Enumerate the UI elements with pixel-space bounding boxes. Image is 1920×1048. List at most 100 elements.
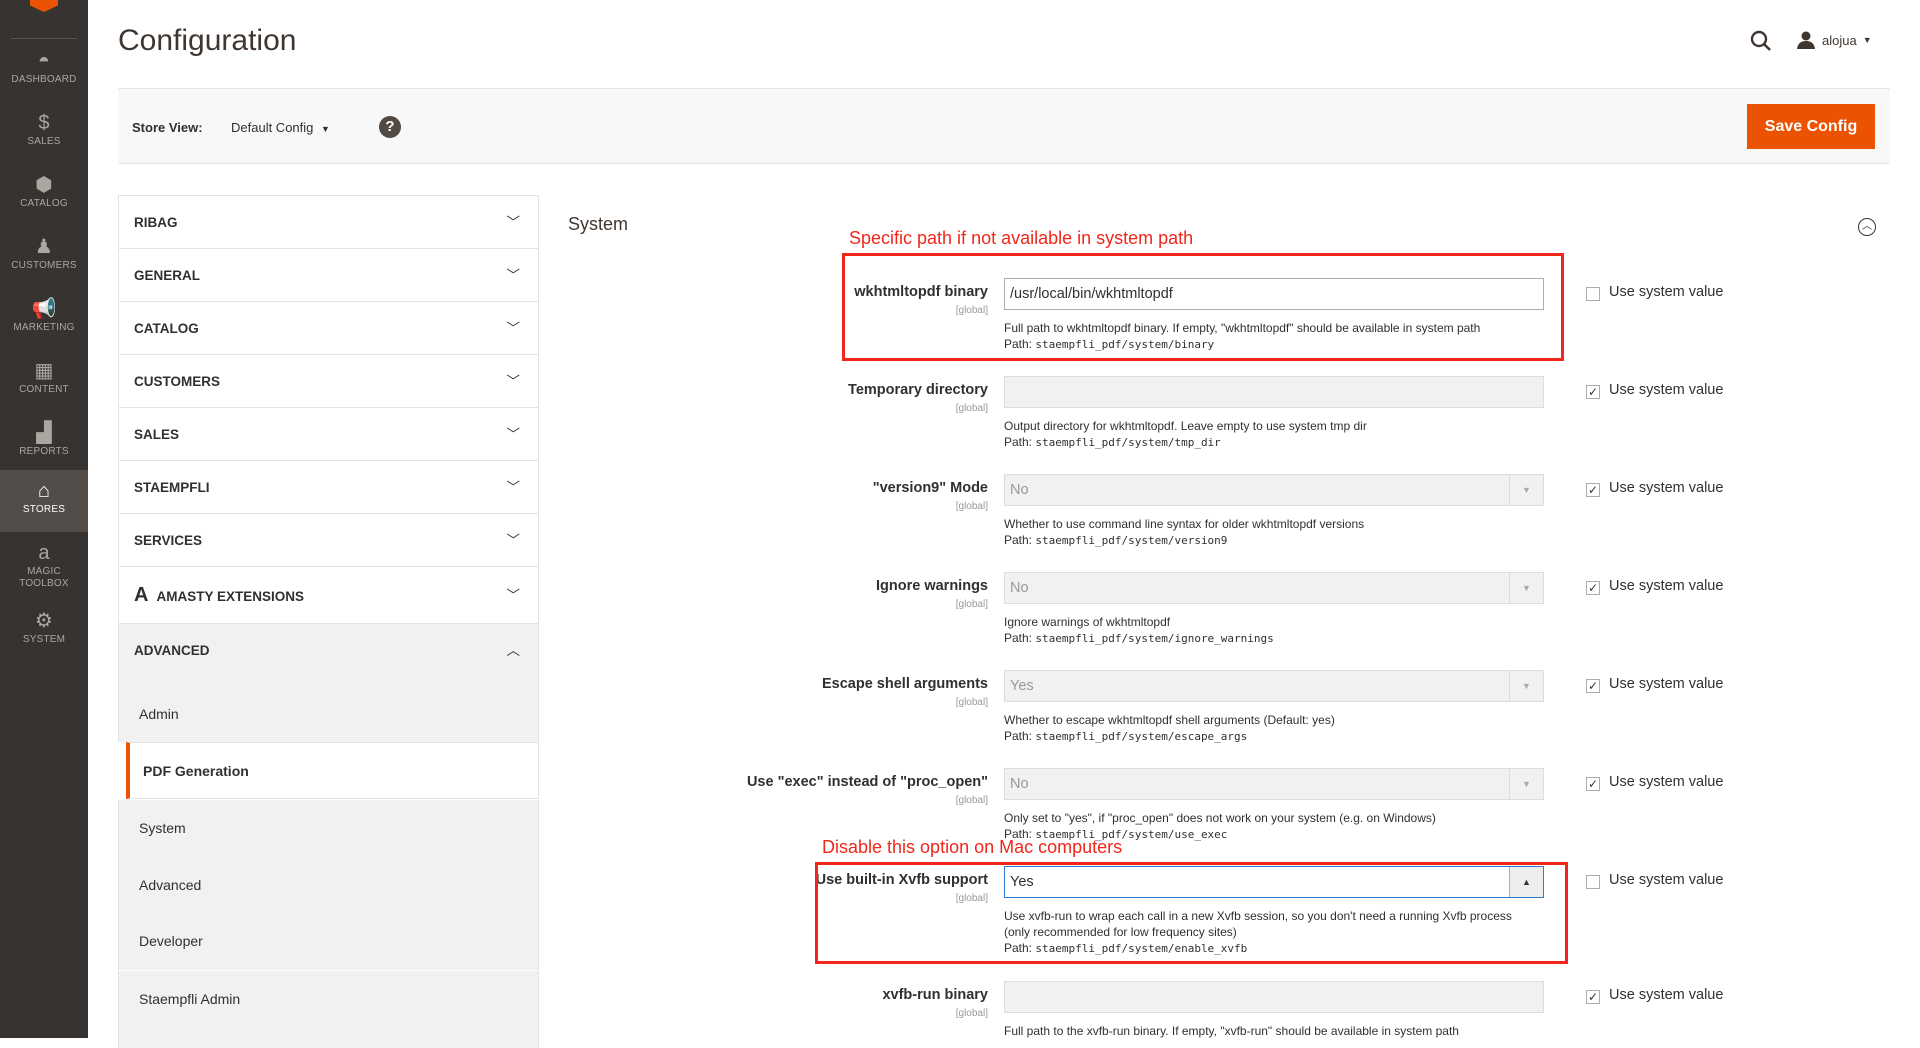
comment-line: Ignore warnings of wkhtmltopdf [1004,615,1171,629]
nav-section-staempfli[interactable]: STAEMPFLI ﹀ [118,460,539,513]
sidebar-item-sales[interactable]: $ SALES [0,102,88,164]
nav-item-label: Admin [139,706,179,722]
sidebar-item-label: CONTENT [19,384,69,395]
person-icon: ♟ [34,236,54,258]
nav-item-pdf-generation[interactable]: PDF Generation [126,742,539,799]
path-label: Path: [1004,435,1033,449]
annotation-text: Specific path if not available in system… [849,228,1194,248]
field-label: Use "exec" instead of "proc_open" [746,774,988,790]
caret-down-icon: ▼ [321,124,330,134]
field-label: Escape shell arguments [821,676,988,692]
use-system-value-label[interactable]: Use system value [1609,774,1723,790]
field-comment: Full path to the xvfb-run binary. If emp… [1004,1023,1564,1039]
sidebar-item-dashboard[interactable]: ◓ DASHBOARD [0,40,88,102]
comment-line: Whether to escape wkhtmltopdf shell argu… [1004,713,1335,727]
sidebar-item-label: REPORTS [19,446,69,457]
use-system-value-label[interactable]: Use system value [1609,382,1723,398]
gear-icon: ⚙ [34,610,54,632]
field-value: No [1010,482,1029,498]
user-menu[interactable]: alojua ▼ [1796,30,1872,50]
use-system-value-label[interactable]: Use system value [1609,284,1723,300]
nav-section-services[interactable]: SERVICES ﹀ [118,513,539,566]
nav-item-label: Developer [139,933,203,949]
use-system-value-label[interactable]: Use system value [1609,578,1723,594]
bar-chart-icon: ▟ [36,422,52,444]
sidebar-item-reports[interactable]: ▟ REPORTS [0,412,88,474]
help-icon[interactable]: ? [379,116,401,138]
use-system-value-label[interactable]: Use system value [1609,872,1723,888]
nav-section-label: STAEMPFLI [134,480,210,495]
nav-item-admin[interactable]: Admin [118,676,539,742]
config-path: Path: staempfli_pdf/system/version9 [1004,532,1564,549]
sidebar-item-stores[interactable]: ⌂ STORES [0,470,88,532]
use-system-value-label[interactable]: Use system value [1609,480,1723,496]
comment-line: Whether to use command line syntax for o… [1004,517,1365,531]
nav-section-label: CUSTOMERS [134,374,221,389]
magento-logo[interactable] [30,0,58,12]
divider [11,38,77,39]
nav-section-sales[interactable]: SALES ﹀ [118,407,539,460]
field-select: No ▼ [1004,572,1544,604]
store-icon: ⌂ [37,480,51,502]
config-path: Path: staempfli_pdf/system/escape_args [1004,728,1564,745]
field-input [1004,376,1544,408]
sidebar-item-label: MARKETING [13,322,75,333]
nav-item-label: System [139,820,186,836]
save-config-button[interactable]: Save Config [1747,104,1875,149]
nav-section-catalog[interactable]: CATALOG ﹀ [118,301,539,354]
nav-item-staempfli-admin[interactable]: Staempfli Admin [118,971,539,1028]
nav-section-advanced[interactable]: ADVANCED ︿ [118,623,539,676]
field-comment: Whether to escape wkhtmltopdf shell argu… [1004,712,1564,745]
use-system-value-checkbox[interactable]: ✓ [1586,990,1600,1004]
use-system-value-checkbox[interactable]: ✓ [1586,581,1600,595]
use-system-value-label[interactable]: Use system value [1609,676,1723,692]
nav-section-ribag[interactable]: RIBAG ﹀ [118,195,539,248]
sidebar-item-catalog[interactable]: ⬢ CATALOG [0,164,88,226]
nav-item-developer[interactable]: Developer [118,913,539,970]
sidebar-item-system[interactable]: ⚙ SYSTEM [0,600,88,662]
section-title: System [568,214,629,234]
use-system-value-checkbox[interactable] [1586,287,1600,301]
config-path: Path: staempfli_pdf/system/tmp_dir [1004,434,1564,451]
collapse-section-icon[interactable]: ︿ [1858,218,1876,236]
use-system-value-checkbox[interactable]: ✓ [1586,777,1600,791]
nav-section-label: AMASTY EXTENSIONS [156,589,304,604]
nav-section-amasty-extensions[interactable]: A AMASTY EXTENSIONS ﹀ [118,566,539,623]
nav-section-general[interactable]: GENERAL ﹀ [118,248,539,301]
sidebar-item-magic-toolbox[interactable]: a MAGIC TOOLBOX [0,532,88,594]
field-select: No ▼ [1004,768,1544,800]
field-scope: [global] [955,599,988,610]
sidebar-item-content[interactable]: ▦ CONTENT [0,350,88,412]
sidebar-item-label: DASHBOARD [11,74,77,85]
sidebar-item-label: CATALOG [20,198,68,209]
use-system-value-label[interactable]: Use system value [1609,987,1723,1003]
use-system-value-checkbox[interactable]: ✓ [1586,679,1600,693]
sidebar-item-marketing[interactable]: 📢 MARKETING [0,288,88,350]
chevron-up-icon: ︿ [506,643,521,658]
nav-section-label: SERVICES [134,533,203,548]
path-value: staempfli_pdf/system/escape_args [1035,730,1248,743]
amasty-logo-icon: A [134,584,149,606]
chevron-down-icon: ﹀ [506,215,521,230]
field-label: Temporary directory [848,382,988,398]
annotation-text: Disable this option on Mac computers [822,837,1123,857]
search-icon[interactable] [1750,30,1772,52]
magic-toolbox-icon: a [38,542,50,564]
nav-item-system[interactable]: System [118,800,539,857]
field-scope: [global] [955,795,988,806]
use-system-value-checkbox[interactable]: ✓ [1586,385,1600,399]
use-system-value-checkbox[interactable] [1586,875,1600,889]
nav-section-customers[interactable]: CUSTOMERS ﹀ [118,354,539,407]
nav-section-label: GENERAL [134,268,201,283]
store-view-switcher[interactable]: Default Config ▼ [231,120,330,135]
nav-item-advanced[interactable]: Advanced [118,857,539,914]
user-icon [1797,31,1815,49]
use-system-value-checkbox[interactable]: ✓ [1586,483,1600,497]
megaphone-icon: 📢 [31,298,57,320]
field-comment: Output directory for wkhtmltopdf. Leave … [1004,418,1564,451]
sidebar-item-customers[interactable]: ♟ CUSTOMERS [0,226,88,288]
path-value: staempfli_pdf/system/version9 [1035,534,1228,547]
field-scope: [global] [955,1008,988,1019]
sidebar-item-label: CUSTOMERS [11,260,77,271]
admin-sidebar: ◓ DASHBOARD $ SALES ⬢ CATALOG ♟ CUSTOMERS 📢 MARKE… [0,0,88,1038]
